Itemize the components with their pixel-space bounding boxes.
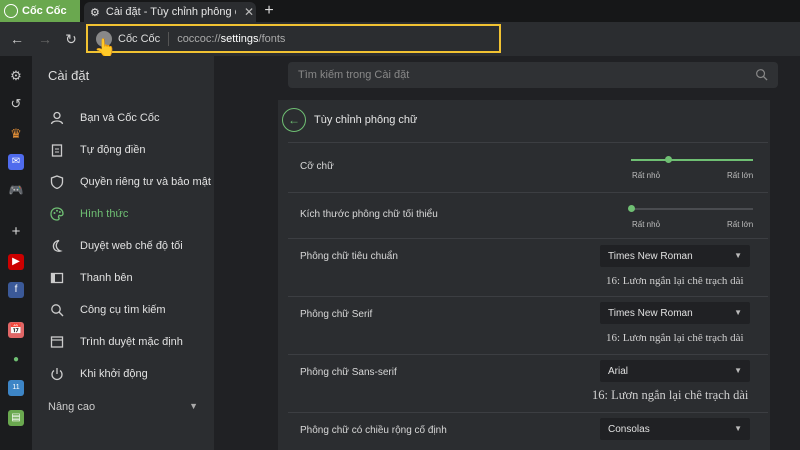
font-size-min-label: Rất nhỏ: [632, 171, 661, 180]
palette-icon: [48, 205, 66, 223]
back-arrow-icon[interactable]: ←: [8, 30, 26, 48]
settings-title: Cài đặt: [48, 68, 90, 83]
clipboard-icon: [48, 141, 66, 159]
search-icon: [48, 301, 66, 319]
tab-settings[interactable]: ⚙ Cài đặt - Tùy chỉnh phông ch ✕: [84, 2, 256, 22]
sidebar-item-sidebar[interactable]: Thanh bên: [48, 268, 214, 288]
serif-font-label: Phông chữ Serif: [300, 309, 373, 320]
mono-font-label: Phông chữ có chiều rộng cố định: [300, 425, 447, 436]
mono-font-value: Consolas: [608, 423, 650, 435]
brand-label: Cốc Cốc: [22, 5, 67, 17]
min-font-size-min-label: Rất nhỏ: [632, 220, 661, 229]
sidebar-item-label: Thanh bên: [80, 272, 133, 284]
chat-icon[interactable]: ●: [8, 352, 24, 368]
person-icon: [48, 109, 66, 127]
tab-strip: Cốc Cốc ⚙ Cài đặt - Tùy chỉnh phông ch ✕…: [0, 0, 800, 22]
url-host: settings: [220, 32, 259, 45]
facebook-icon[interactable]: f: [8, 282, 24, 298]
settings-gear-icon[interactable]: ⚙: [8, 68, 24, 84]
url-path: /fonts: [258, 32, 286, 45]
settings-sidebar: Cài đặt Bạn và Cốc Cốc Tự động điền Quyề…: [32, 56, 214, 450]
notes-icon[interactable]: ▤: [8, 410, 24, 426]
sidebar-icon: [48, 269, 66, 287]
sidebar-item-dark-mode[interactable]: Duyệt web chế độ tối: [48, 236, 214, 256]
reload-icon[interactable]: ↻: [62, 30, 80, 48]
font-size-label: Cỡ chữ: [300, 161, 334, 172]
sidebar-item-label: Khi khởi động: [80, 368, 148, 380]
min-font-size-slider[interactable]: [631, 208, 753, 210]
standard-font-select[interactable]: Times New Roman ▼: [600, 245, 750, 267]
standard-font-label: Phông chữ tiêu chuẩn: [300, 251, 398, 262]
serif-font-value: Times New Roman: [608, 307, 693, 319]
serif-font-select[interactable]: Times New Roman ▼: [600, 302, 750, 324]
sidebar-item-autofill[interactable]: Tự động điền: [48, 140, 214, 160]
min-font-size-slider-knob[interactable]: [628, 205, 635, 212]
messenger-icon[interactable]: ✉: [8, 154, 24, 170]
shield-icon: [48, 173, 66, 191]
tab-close-icon[interactable]: ✕: [242, 5, 256, 19]
font-size-slider[interactable]: [631, 159, 753, 161]
history-icon[interactable]: ↺: [8, 96, 24, 112]
add-app-icon[interactable]: +: [8, 224, 24, 240]
sidebar-item-on-startup[interactable]: Khi khởi động: [48, 364, 214, 384]
sidebar-item-label: Trình duyệt mặc định: [80, 336, 183, 348]
sidebar-item-you-and-coccoc[interactable]: Bạn và Cốc Cốc: [48, 108, 214, 128]
standard-font-sample: 16: Lươn ngắn lại chê trạch dài: [606, 275, 744, 287]
sidebar-item-label: Quyền riêng tư và bảo mật: [80, 176, 211, 188]
omnibox-divider: [168, 31, 170, 46]
calendar-tet-icon[interactable]: 📅: [8, 322, 24, 338]
sans-font-select[interactable]: Arial ▼: [600, 360, 750, 382]
min-font-size-row: Kích thước phông chữ tối thiểu: [288, 192, 768, 238]
sidebar-item-label: Duyệt web chế độ tối: [80, 240, 183, 252]
moon-icon: [48, 237, 66, 255]
tab-title: Cài đặt - Tùy chỉnh phông ch: [105, 6, 236, 18]
sidebar-item-label: Công cụ tìm kiếm: [80, 304, 166, 316]
coccoc-menu-button[interactable]: Cốc Cốc: [0, 0, 80, 22]
chevron-down-icon: ▼: [734, 366, 742, 375]
power-icon: [48, 365, 66, 383]
standard-font-value: Times New Roman: [608, 250, 693, 262]
game-controller-icon[interactable]: 🎮: [8, 182, 24, 198]
browser-icon: [48, 333, 66, 351]
min-font-size-label: Kích thước phông chữ tối thiểu: [300, 209, 438, 220]
chevron-down-icon: ▼: [734, 308, 742, 317]
gear-icon: ⚙: [90, 6, 100, 19]
sidebar-item-privacy[interactable]: Quyền riêng tư và bảo mật: [48, 172, 214, 192]
page-title: Tùy chỉnh phông chữ: [314, 114, 418, 126]
settings-search-input[interactable]: Tìm kiếm trong Cài đặt: [288, 62, 778, 88]
search-placeholder: Tìm kiếm trong Cài đặt: [298, 69, 410, 81]
min-font-size-max-label: Rất lớn: [727, 220, 754, 229]
sidebar-item-search-engine[interactable]: Công cụ tìm kiếm: [48, 300, 214, 320]
address-bar[interactable]: Cốc Cốc coccoc://settings/fonts: [86, 24, 501, 53]
crown-icon[interactable]: ♛: [8, 126, 24, 142]
mono-font-select[interactable]: Consolas ▼: [600, 418, 750, 440]
sidebar-item-appearance[interactable]: Hình thức: [48, 204, 214, 224]
coccoc-logo-icon: [4, 4, 18, 18]
chevron-down-icon: ▼: [734, 424, 742, 433]
url-scheme: coccoc://: [177, 32, 221, 45]
advanced-toggle[interactable]: Nâng cao ▼: [48, 401, 198, 413]
forward-arrow-icon[interactable]: →: [36, 30, 54, 48]
font-size-slider-knob[interactable]: [664, 156, 672, 163]
font-size-max-label: Rất lớn: [727, 171, 754, 180]
sans-font-value: Arial: [608, 365, 629, 377]
sans-font-sample: 16: Lươn ngắn lại chê trạch dài: [592, 388, 749, 402]
app-sidebar: ⚙ ↺ ♛ ✉ 🎮 + ▶ f 📅 ● 11 ▤: [0, 56, 32, 450]
event-icon[interactable]: 11: [8, 380, 24, 396]
serif-font-sample: 16: Lươn ngắn lại chê trạch dài: [606, 332, 744, 344]
site-name: Cốc Cốc: [118, 32, 161, 45]
chevron-down-icon: ▼: [734, 251, 742, 260]
advanced-label: Nâng cao: [48, 401, 96, 413]
chevron-down-icon: ▼: [189, 401, 198, 411]
back-button[interactable]: ←: [282, 108, 306, 132]
sidebar-item-label: Hình thức: [80, 208, 129, 220]
sans-font-label: Phông chữ Sans-serif: [300, 367, 397, 378]
youtube-icon[interactable]: ▶: [8, 254, 24, 270]
sidebar-item-label: Bạn và Cốc Cốc: [80, 112, 160, 124]
new-tab-button[interactable]: +: [260, 2, 278, 20]
sidebar-item-default-browser[interactable]: Trình duyệt mặc định: [48, 332, 214, 352]
font-size-row: Cỡ chữ: [288, 142, 768, 192]
search-icon: [755, 68, 768, 84]
sidebar-item-label: Tự động điền: [80, 144, 146, 156]
